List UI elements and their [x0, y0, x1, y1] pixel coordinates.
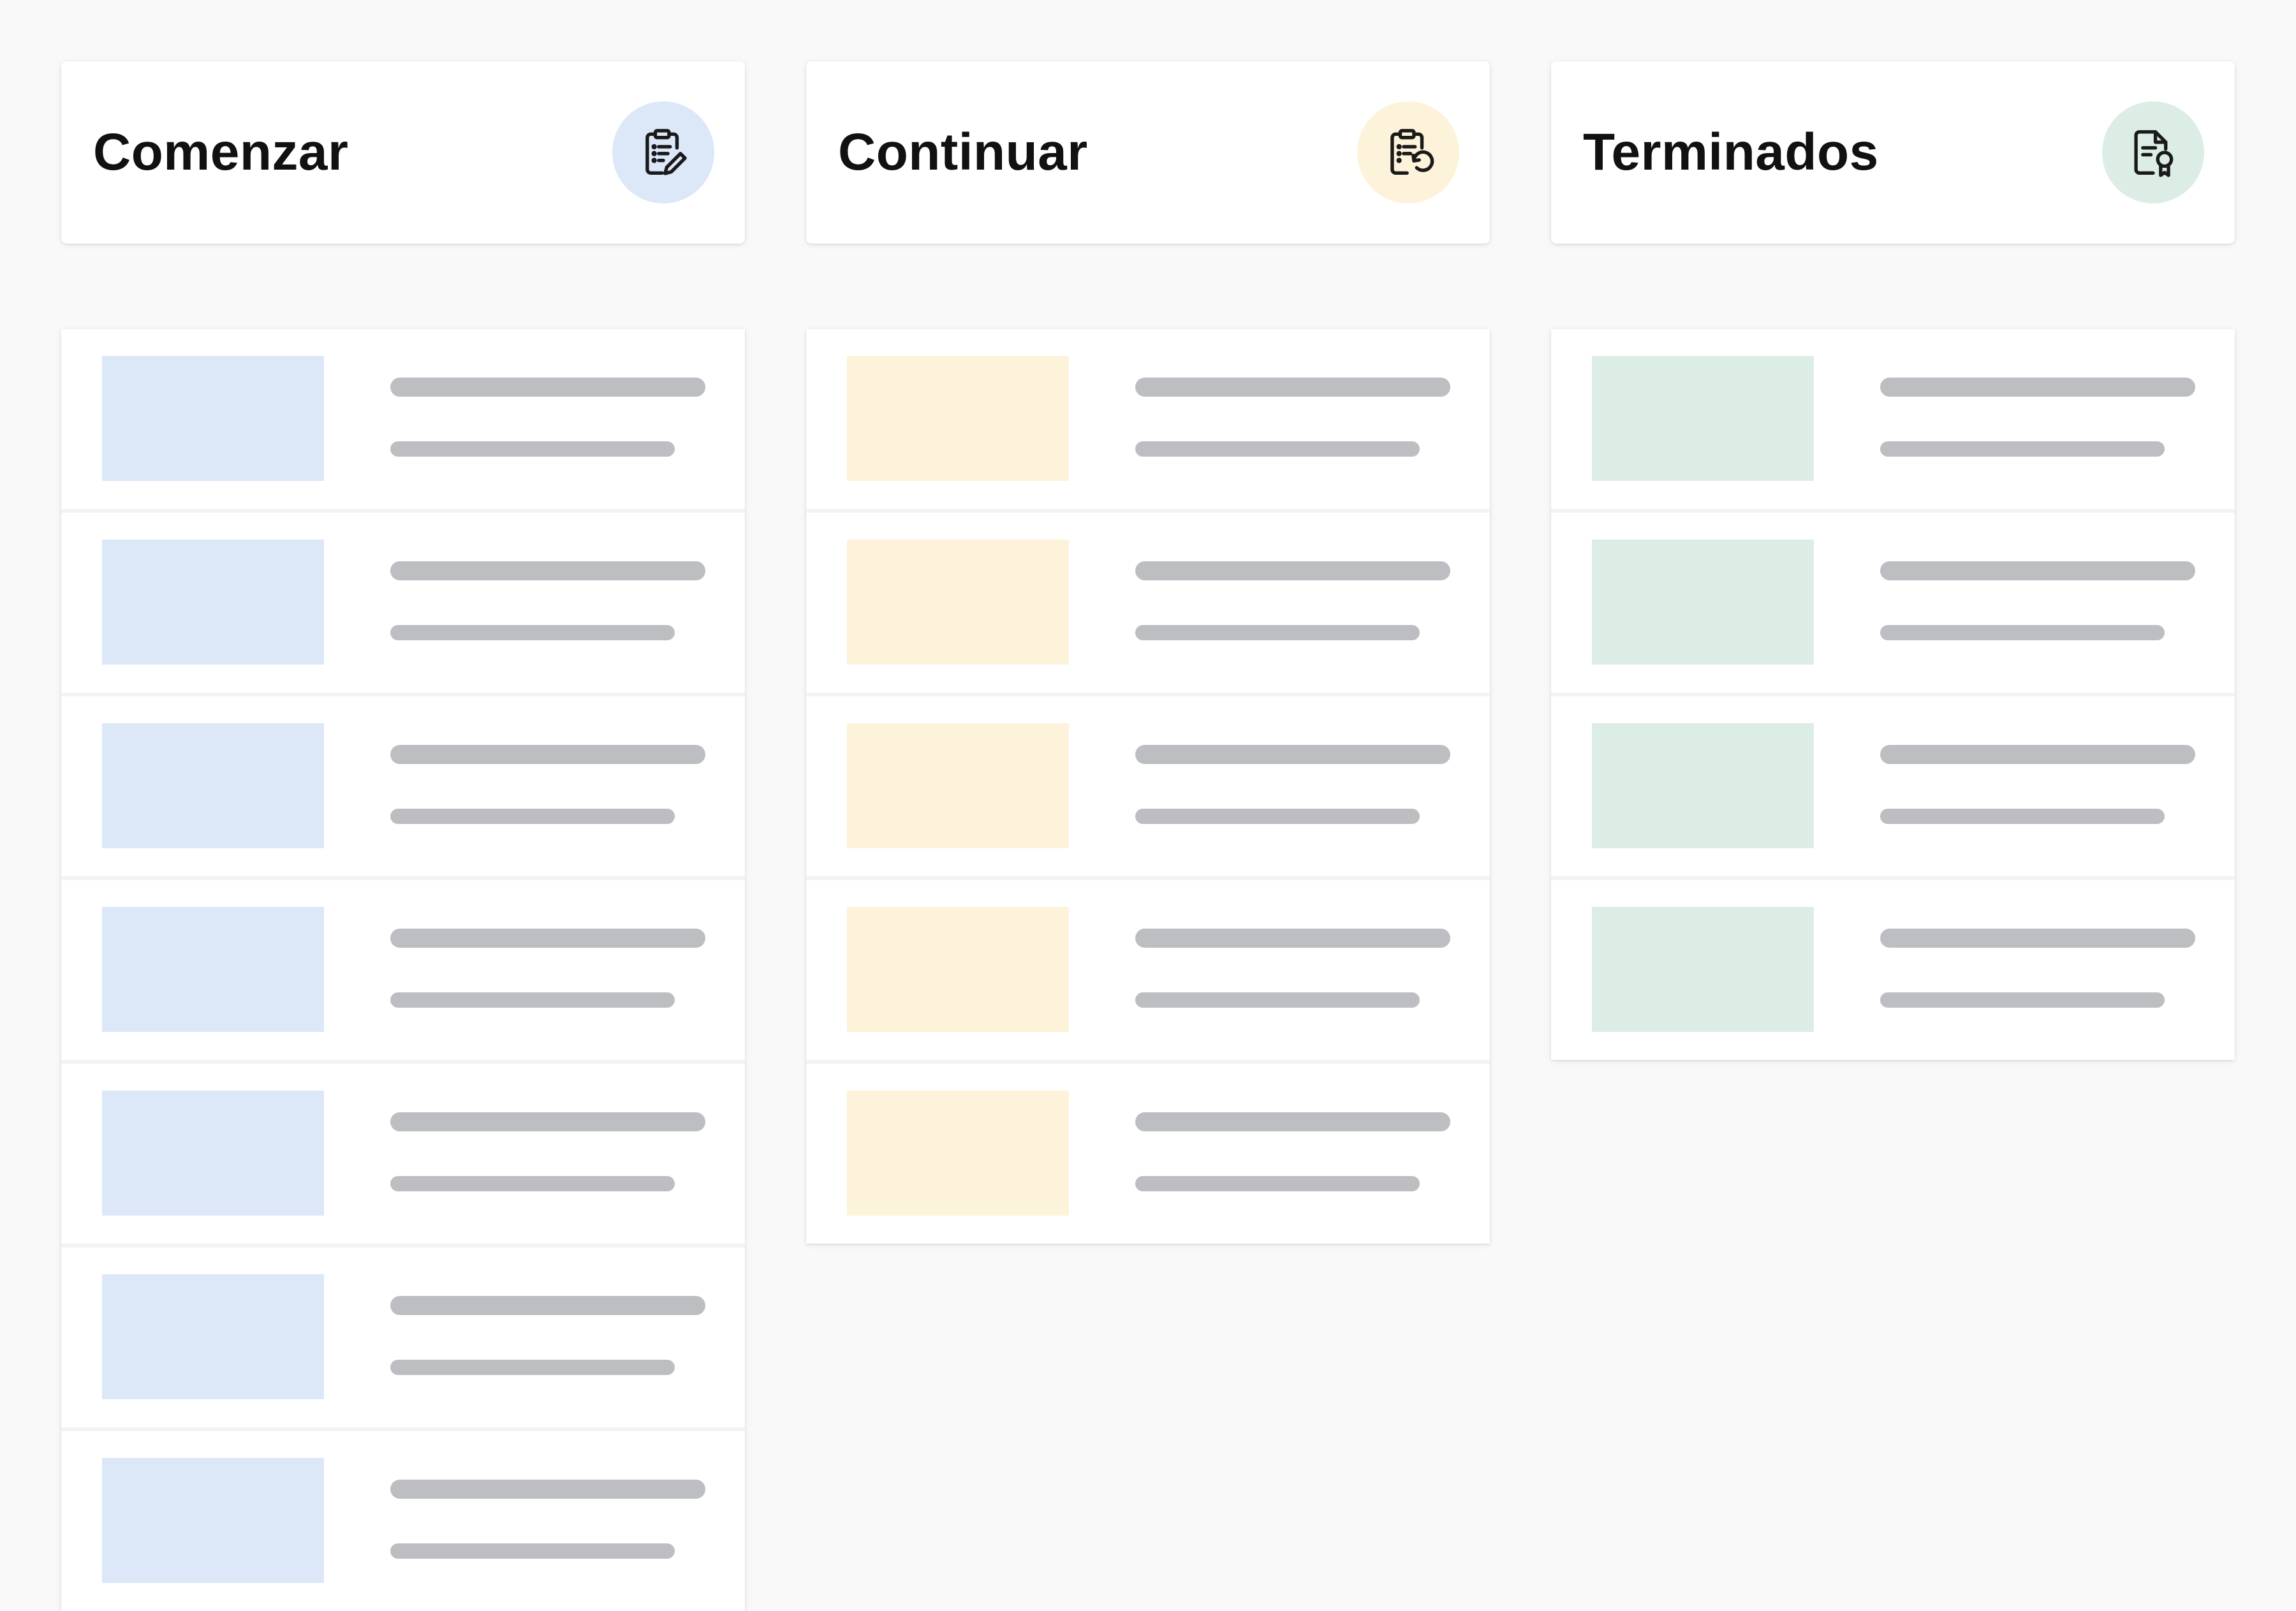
subtitle-placeholder	[1880, 992, 2165, 1008]
subtitle-placeholder	[1880, 809, 2165, 824]
list-item[interactable]	[1551, 696, 2235, 880]
title-placeholder	[1880, 929, 2195, 948]
title-placeholder	[390, 745, 705, 764]
subtitle-placeholder	[1135, 992, 1420, 1008]
subtitle-placeholder	[390, 992, 675, 1008]
subtitle-placeholder	[390, 441, 675, 457]
thumbnail-placeholder	[1592, 540, 1814, 665]
column-header-continuar[interactable]: Continuar	[806, 61, 1490, 244]
subtitle-placeholder	[1135, 809, 1420, 824]
list-item[interactable]	[806, 696, 1490, 880]
column-title: Terminados	[1583, 123, 1879, 181]
column-icon-badge	[1357, 101, 1459, 203]
list-item[interactable]	[61, 1064, 745, 1247]
column-list	[1551, 329, 2235, 1060]
list-item[interactable]	[806, 513, 1490, 696]
subtitle-placeholder	[390, 1543, 675, 1559]
subtitle-placeholder	[1135, 625, 1420, 640]
column-comenzar: Comenzar	[61, 61, 745, 1611]
list-item[interactable]	[61, 880, 745, 1064]
thumbnail-placeholder	[102, 356, 324, 481]
column-header-terminados[interactable]: Terminados	[1551, 61, 2235, 244]
list-item[interactable]	[61, 1247, 745, 1431]
list-item[interactable]	[1551, 513, 2235, 696]
list-item[interactable]	[806, 880, 1490, 1064]
subtitle-placeholder	[390, 1360, 675, 1375]
title-placeholder	[390, 1480, 705, 1499]
list-item[interactable]	[61, 329, 745, 513]
clipboard-undo-icon	[1390, 129, 1434, 175]
subtitle-placeholder	[1880, 441, 2165, 457]
title-placeholder	[390, 1296, 705, 1315]
subtitle-placeholder	[390, 1176, 675, 1191]
thumbnail-placeholder	[847, 356, 1069, 481]
title-placeholder	[1135, 378, 1450, 397]
list-item[interactable]	[806, 329, 1490, 513]
column-icon-badge	[2102, 101, 2204, 203]
kanban-board: Comenzar Continuar Terminados	[0, 0, 2296, 1611]
thumbnail-placeholder	[102, 723, 324, 848]
thumbnail-placeholder	[102, 1091, 324, 1216]
thumbnail-placeholder	[102, 540, 324, 665]
column-list	[806, 329, 1490, 1244]
subtitle-placeholder	[1135, 441, 1420, 457]
title-placeholder	[1135, 1112, 1450, 1131]
title-placeholder	[1880, 745, 2195, 764]
title-placeholder	[1135, 929, 1450, 948]
thumbnail-placeholder	[847, 907, 1069, 1032]
thumbnail-placeholder	[1592, 723, 1814, 848]
title-placeholder	[1135, 745, 1450, 764]
title-placeholder	[390, 378, 705, 397]
column-icon-badge	[612, 101, 714, 203]
list-item[interactable]	[61, 513, 745, 696]
title-placeholder	[1880, 561, 2195, 580]
subtitle-placeholder	[1880, 625, 2165, 640]
title-placeholder	[1135, 561, 1450, 580]
title-placeholder	[390, 1112, 705, 1131]
title-placeholder	[390, 561, 705, 580]
thumbnail-placeholder	[847, 1091, 1069, 1216]
list-item[interactable]	[1551, 880, 2235, 1060]
column-header-comenzar[interactable]: Comenzar	[61, 61, 745, 244]
thumbnail-placeholder	[1592, 907, 1814, 1032]
list-item[interactable]	[1551, 329, 2235, 513]
subtitle-placeholder	[390, 809, 675, 824]
list-item[interactable]	[806, 1064, 1490, 1244]
column-title: Comenzar	[93, 123, 349, 181]
thumbnail-placeholder	[1592, 356, 1814, 481]
thumbnail-placeholder	[102, 1458, 324, 1583]
thumbnail-placeholder	[102, 1274, 324, 1399]
column-continuar: Continuar	[806, 61, 1490, 1244]
column-list	[61, 329, 745, 1611]
clipboard-edit-icon	[645, 129, 687, 175]
certificate-icon	[2134, 130, 2174, 177]
thumbnail-placeholder	[847, 540, 1069, 665]
thumbnail-placeholder	[847, 723, 1069, 848]
list-item[interactable]	[61, 696, 745, 880]
list-item[interactable]	[61, 1431, 745, 1611]
column-title: Continuar	[838, 123, 1088, 181]
thumbnail-placeholder	[102, 907, 324, 1032]
column-terminados: Terminados	[1551, 61, 2235, 1060]
subtitle-placeholder	[1135, 1176, 1420, 1191]
title-placeholder	[1880, 378, 2195, 397]
title-placeholder	[390, 929, 705, 948]
subtitle-placeholder	[390, 625, 675, 640]
